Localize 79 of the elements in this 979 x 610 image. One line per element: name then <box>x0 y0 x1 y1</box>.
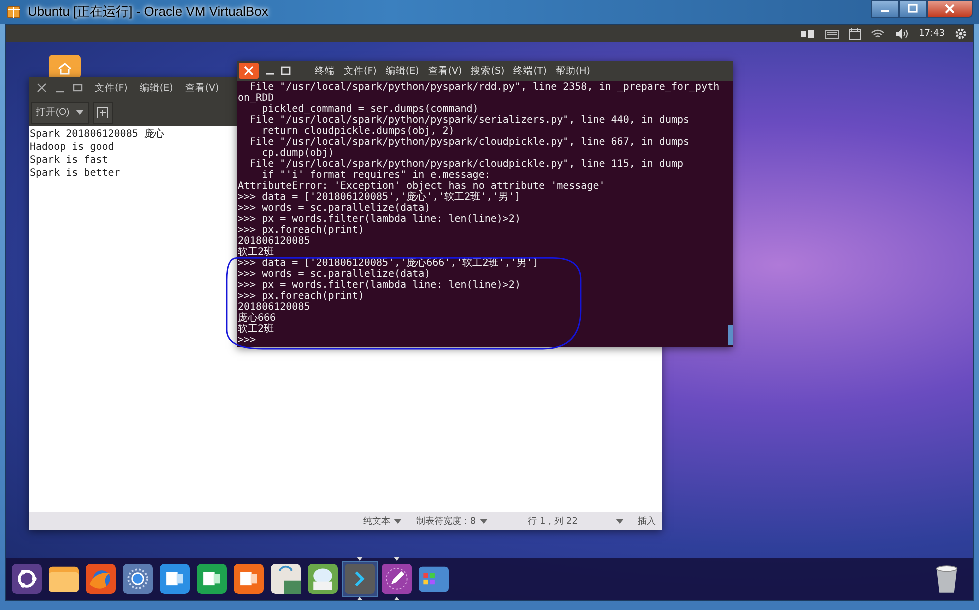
terminal-line: 软工2班 <box>238 247 274 258</box>
text-line: Hadoop is good <box>30 141 114 154</box>
terminal-line: >>> words = sc.parallelize(data) <box>238 203 431 214</box>
terminal-line: File "/usr/local/spark/python/pyspark/rdd.py", line 2358, in _prepare_for_pyth <box>249 82 720 93</box>
terminal-line: >>> px.foreach(print) <box>238 291 364 302</box>
menu-item[interactable]: 终端 <box>315 64 335 78</box>
text-line: Spark 201806120085 庞心 <box>30 128 164 141</box>
minimize-button[interactable] <box>871 0 899 18</box>
keyboard-icon <box>825 28 840 38</box>
menu-item[interactable]: 编辑(E) <box>140 82 174 94</box>
text-line: Spark is better <box>30 167 120 180</box>
terminal-line: File "/usr/local/spark/python/pyspark/cloudpickle.py", line 115, in dump <box>249 159 684 170</box>
menu-item[interactable]: 帮助(H) <box>556 64 590 78</box>
terminal-line: 庞心666 <box>238 313 276 324</box>
menu-item[interactable]: 查看(V) <box>428 64 462 78</box>
terminal-line: AttributeError: 'Exception' object has no attribute 'message' <box>238 181 606 192</box>
open-button[interactable]: 打开(O) <box>31 102 89 124</box>
terminal-line: File "/usr/local/spark/python/pyspark/serializers.py", line 440, in dumps <box>249 115 690 126</box>
maximize-icon[interactable] <box>73 83 83 93</box>
terminal-line: return cloudpickle.dumps(obj, 2) <box>261 126 455 137</box>
folder-icon[interactable] <box>49 564 79 594</box>
menu-item[interactable]: 编辑(E) <box>386 64 420 78</box>
clock: 17:43 <box>919 28 945 38</box>
pencil-icon[interactable] <box>382 564 412 594</box>
terminal-line: cp.dump(obj) <box>261 148 334 159</box>
network-icon <box>801 28 816 38</box>
caret-icon[interactable] <box>616 518 624 524</box>
terminal-line: 软工2班 <box>238 324 274 335</box>
close-icon <box>244 66 254 76</box>
terminal-line: 201806120085 <box>238 236 310 247</box>
settings-icon <box>955 28 967 40</box>
language-selector[interactable]: 纯文本 <box>363 514 390 528</box>
maximize-button[interactable] <box>899 0 927 18</box>
close-icon <box>945 4 955 14</box>
caret-icon[interactable] <box>480 518 488 524</box>
terminal-line: File "/usr/local/spark/python/pyspark/cloudpickle.py", line 667, in dumps <box>249 137 690 148</box>
terminal-line: >>> <box>238 335 256 346</box>
terminal-line: >>> data = ['201806120085','庞心','软工2班','男'] <box>238 192 521 203</box>
insert-mode: 插入 <box>638 516 656 528</box>
terminal-line: pickled_command = ser.dumps(command) <box>261 104 479 115</box>
menu-item[interactable]: 查看(V) <box>185 82 220 94</box>
app-grid-icon[interactable] <box>419 564 449 594</box>
shopping-bag-icon[interactable] <box>271 564 301 594</box>
close-button[interactable] <box>927 0 973 18</box>
terminal-line: >>> px = words.filter(lambda line: len(line)>2) <box>238 214 521 225</box>
word-document-icon[interactable] <box>160 564 190 594</box>
cube-icon <box>6 4 22 20</box>
presentation-icon[interactable] <box>234 564 264 594</box>
ubuntu-logo-icon[interactable] <box>12 564 42 594</box>
new-tab-button[interactable] <box>92 102 113 124</box>
caret-icon <box>76 110 84 115</box>
terminal-line: if "'i' format requires" in e.message: <box>261 170 491 181</box>
backup-icon[interactable] <box>308 564 338 594</box>
spreadsheet-icon[interactable] <box>197 564 227 594</box>
terminal-line: 201806120085 <box>238 302 310 313</box>
terminal-line: on_RDD <box>238 93 274 104</box>
fox-globe-icon[interactable] <box>86 564 116 594</box>
caret-icon[interactable] <box>394 518 402 524</box>
menu-item[interactable]: 终端(T) <box>514 64 547 78</box>
close-icon[interactable] <box>37 83 47 93</box>
trash-icon[interactable] <box>935 564 959 594</box>
cursor-position: 行 1，列 22 <box>528 516 578 528</box>
terminal-line: >>> px.foreach(print) <box>238 225 364 236</box>
volume-icon <box>895 28 910 38</box>
text-line: Spark is fast <box>30 154 108 167</box>
scrollbar-thumb[interactable] <box>728 325 733 345</box>
calendar-icon <box>849 28 862 40</box>
new-document-icon <box>96 106 109 118</box>
browser-icon[interactable] <box>123 564 153 594</box>
home-folder-icon <box>49 55 81 79</box>
window-title: Ubuntu [正在运行] - Oracle VM VirtualBox <box>28 3 268 21</box>
tab-width-selector[interactable]: 制表符宽度：8 <box>416 514 476 528</box>
menu-item[interactable]: 文件(F) <box>95 82 128 94</box>
menu-item[interactable]: 文件(F) <box>344 64 377 78</box>
terminal-line: >>> words = sc.parallelize(data) <box>238 269 431 280</box>
wifi-icon <box>871 28 886 38</box>
terminal-line: >>> px = words.filter(lambda line: len(line)>2) <box>238 280 521 291</box>
menu-item[interactable]: 搜索(S) <box>471 64 505 78</box>
maximize-icon <box>908 4 918 14</box>
